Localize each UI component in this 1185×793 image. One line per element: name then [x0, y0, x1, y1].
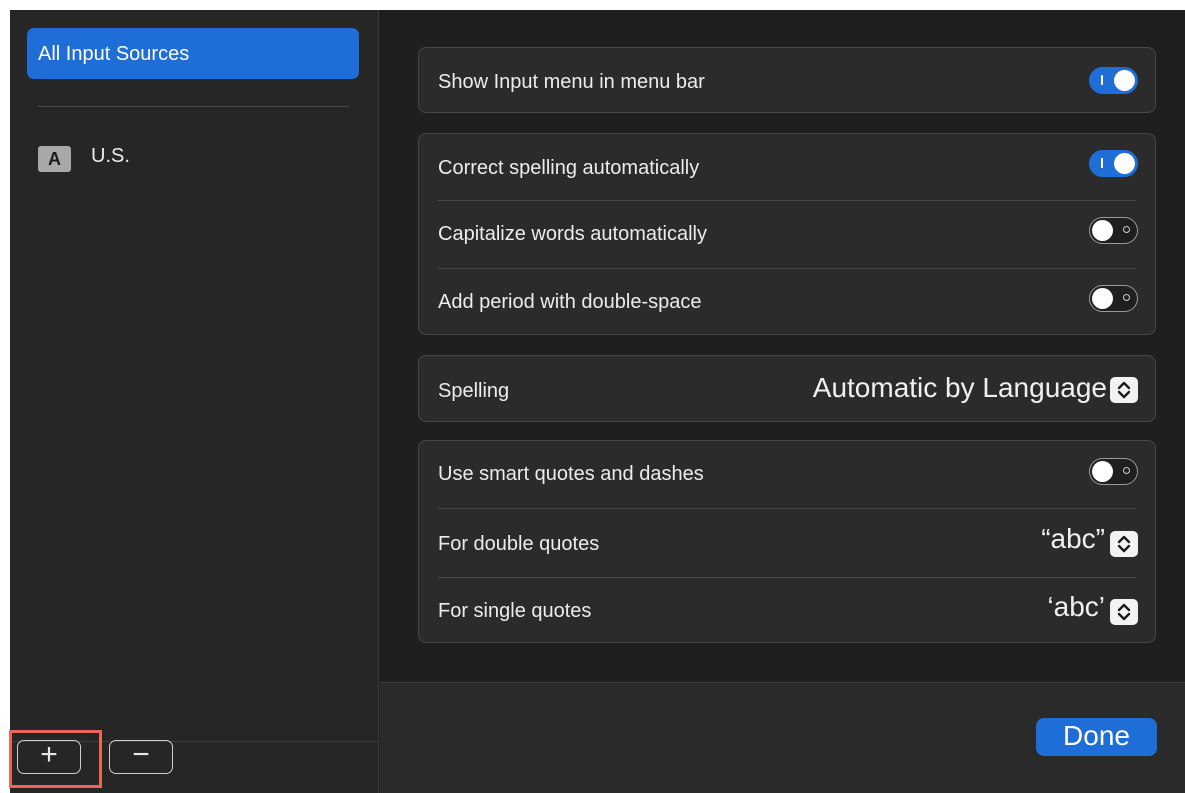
show-input-menu-toggle[interactable] [1089, 67, 1138, 94]
correct-spelling-row: Correct spelling automatically [419, 134, 1155, 203]
add-period-label: Add period with double-space [438, 291, 702, 313]
capitalize-words-toggle[interactable] [1089, 217, 1138, 244]
capitalize-words-label: Capitalize words automatically [438, 223, 708, 245]
double-quotes-popup[interactable]: “abc” [938, 523, 1138, 559]
double-quotes-row: For double quotes “abc” [419, 509, 1155, 578]
toggle-on-mark-icon [1101, 158, 1103, 168]
chevron-up-down-icon [1110, 531, 1138, 557]
correct-spelling-toggle[interactable] [1089, 150, 1138, 177]
sidebar-item-all-input-sources[interactable]: All Input Sources [27, 28, 359, 79]
single-quotes-popup[interactable]: ‘abc’ [938, 591, 1138, 627]
chevron-up-down-icon [1110, 377, 1138, 403]
minus-icon: − [132, 738, 150, 771]
toggle-off-mark-icon [1123, 466, 1130, 474]
add-period-toggle[interactable] [1089, 285, 1138, 312]
smart-quotes-toggle[interactable] [1089, 458, 1138, 485]
toggle-on-mark-icon [1101, 75, 1103, 85]
toggle-knob [1114, 70, 1135, 91]
single-quotes-row: For single quotes ‘abc’ [419, 578, 1155, 642]
highlight-annotation [9, 730, 102, 788]
input-menu-card: Show Input menu in menu bar [418, 47, 1156, 113]
spelling-value: Automatic by Language [812, 372, 1107, 403]
toggle-off-mark-icon [1123, 225, 1130, 233]
spelling-label: Spelling [438, 380, 510, 402]
spelling-row: Spelling Automatic by Language [419, 356, 1155, 423]
add-period-row: Add period with double-space [419, 269, 1155, 335]
sidebar-divider [38, 106, 349, 107]
smart-quotes-card: Use smart quotes and dashes For double q… [418, 440, 1156, 643]
input-source-label: U.S. [91, 145, 130, 167]
done-button[interactable]: Done [1036, 718, 1157, 756]
double-quotes-value: “abc” [1041, 523, 1105, 554]
capitalize-words-row: Capitalize words automatically [419, 201, 1155, 270]
spelling-language-popup[interactable]: Automatic by Language [738, 372, 1138, 404]
toggle-knob [1092, 287, 1113, 309]
sidebar: All Input Sources A U.S. [10, 10, 379, 793]
sidebar-item-label: All Input Sources [38, 43, 190, 65]
single-quotes-label: For single quotes [438, 600, 592, 622]
toggle-knob [1092, 219, 1113, 241]
correct-spelling-label: Correct spelling automatically [438, 157, 700, 179]
toggle-off-mark-icon [1123, 293, 1130, 301]
input-source-badge: A [38, 146, 71, 172]
text-correction-card: Correct spelling automatically Capitaliz… [418, 133, 1156, 335]
done-button-label: Done [1063, 720, 1130, 751]
chevron-up-down-icon [1110, 599, 1138, 625]
double-quotes-label: For double quotes [438, 533, 600, 555]
single-quotes-value: ‘abc’ [1047, 591, 1105, 622]
toggle-knob [1114, 153, 1135, 174]
show-input-menu-label: Show Input menu in menu bar [438, 71, 705, 93]
smart-quotes-row: Use smart quotes and dashes [419, 441, 1155, 510]
smart-quotes-label: Use smart quotes and dashes [438, 463, 704, 485]
toggle-knob [1092, 460, 1113, 482]
sidebar-item-us[interactable]: A U.S. [38, 144, 338, 174]
show-input-menu-row: Show Input menu in menu bar [419, 48, 1155, 114]
spelling-card: Spelling Automatic by Language [418, 355, 1156, 422]
remove-input-source-button[interactable]: − [109, 740, 173, 774]
